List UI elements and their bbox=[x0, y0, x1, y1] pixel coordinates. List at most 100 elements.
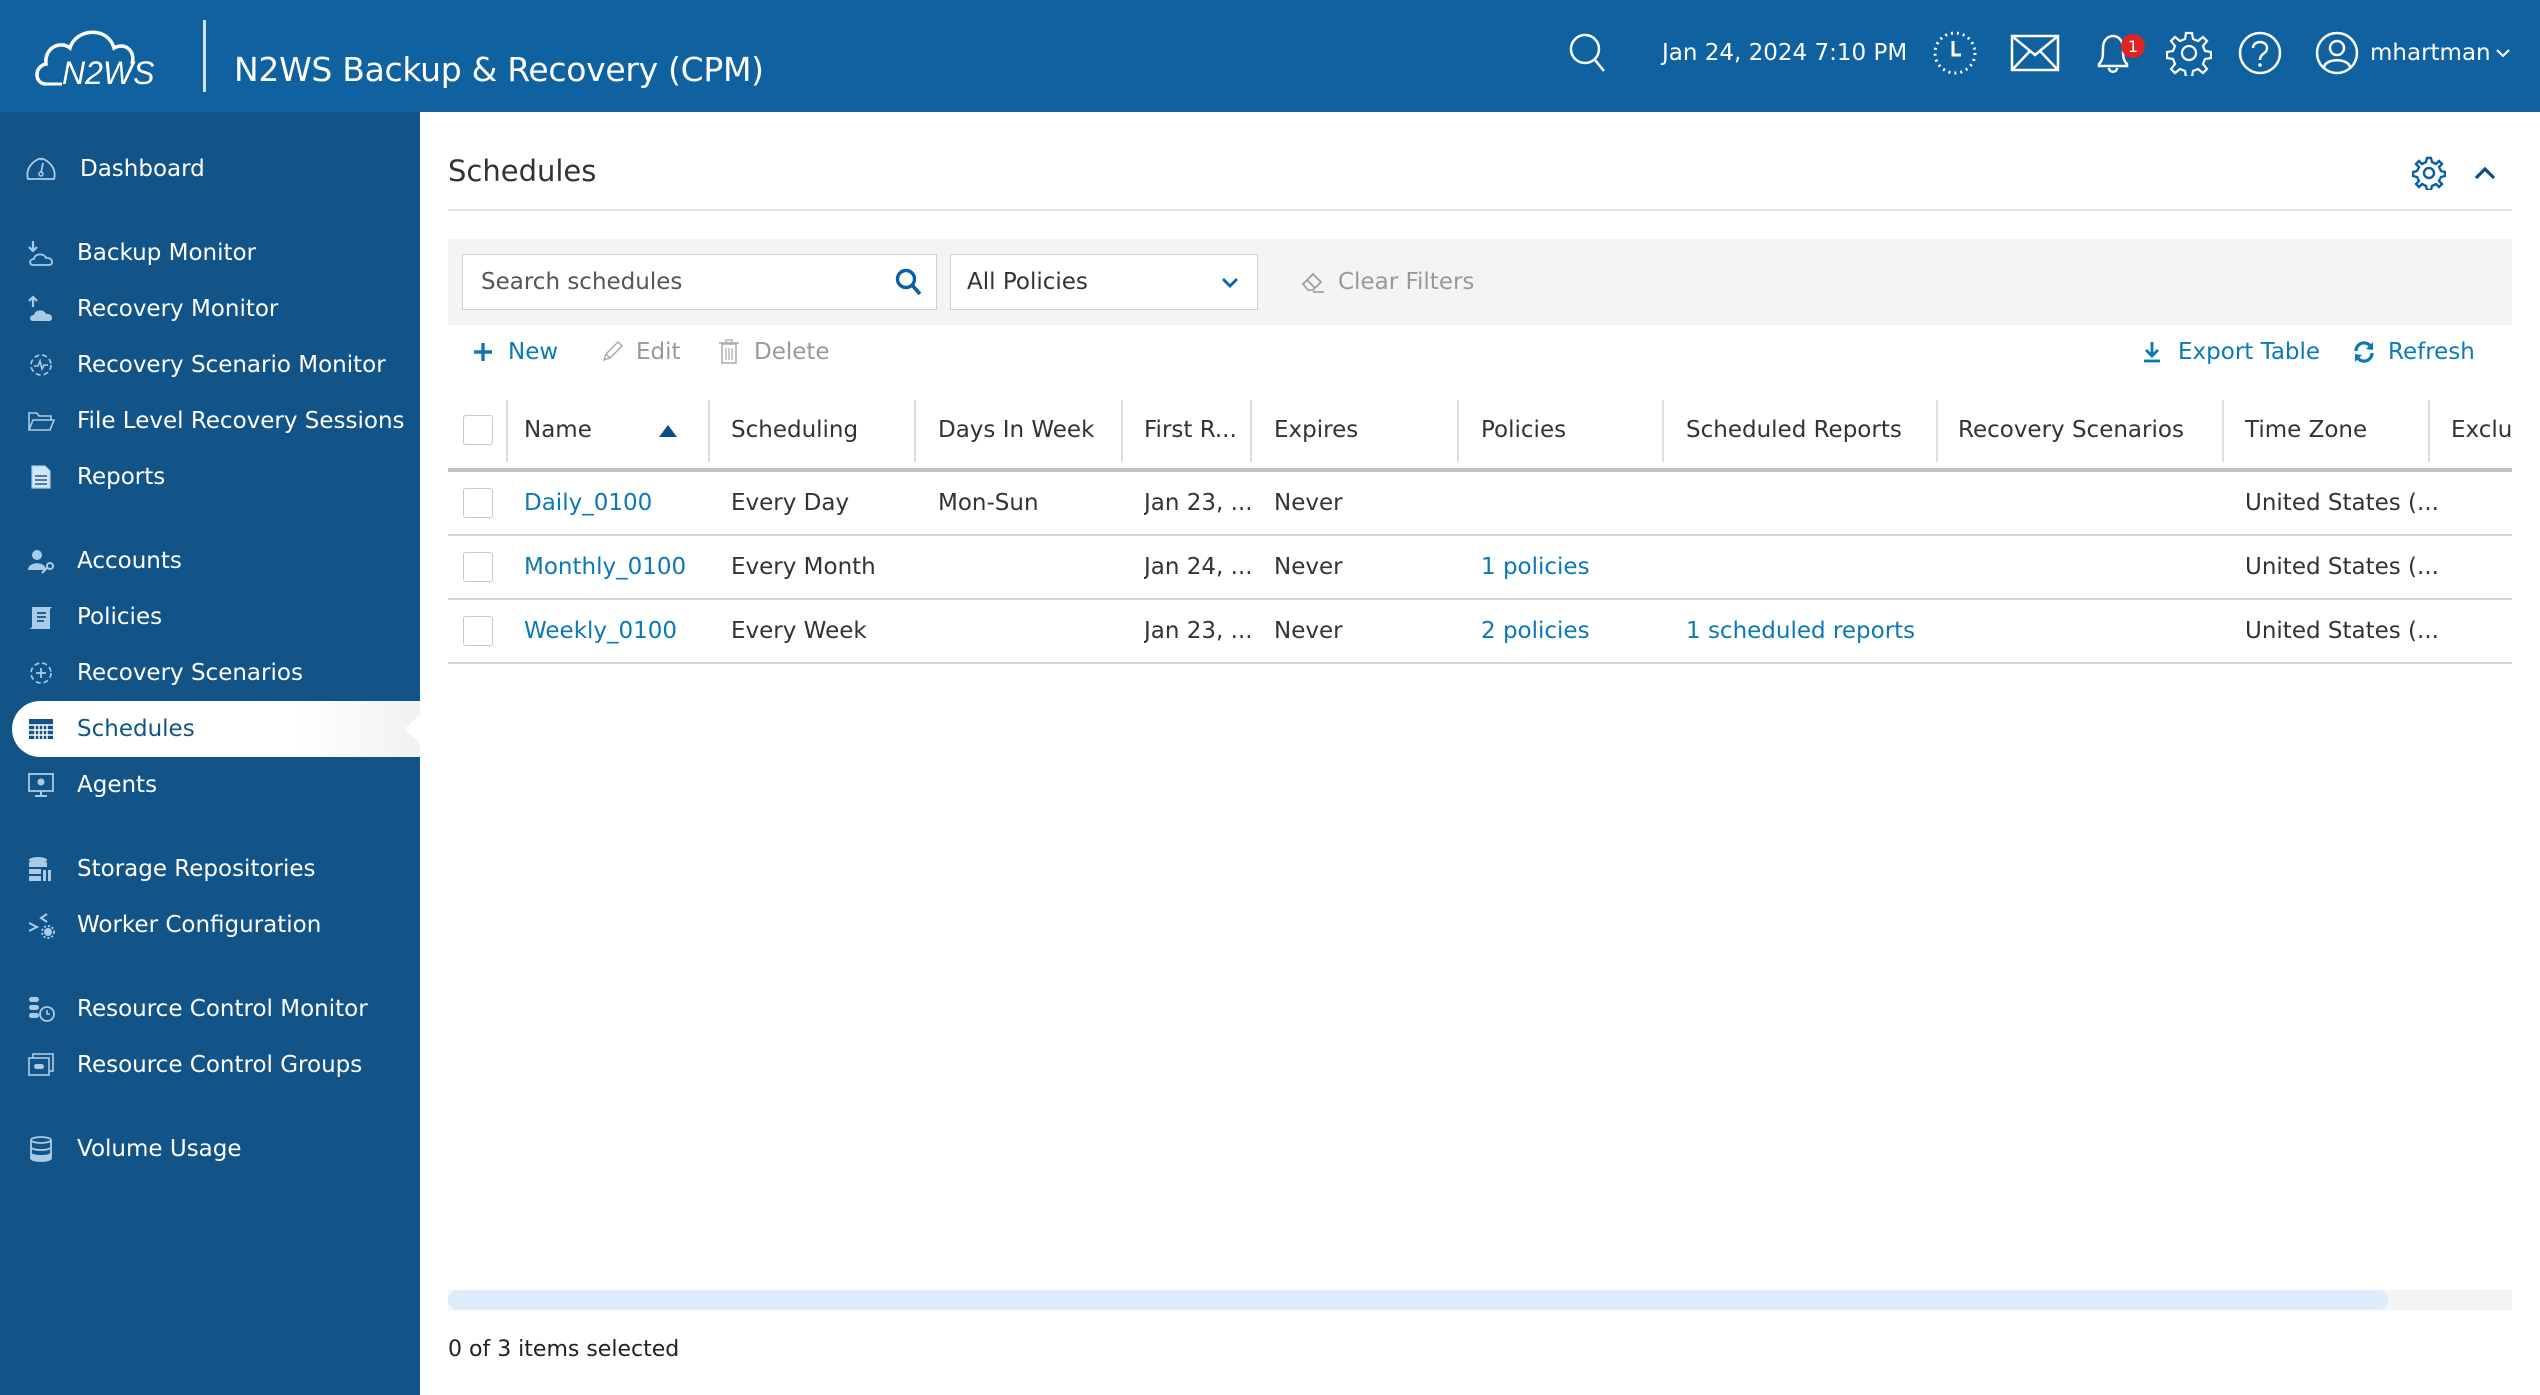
column-header-scheduling[interactable]: Scheduling bbox=[731, 392, 911, 468]
column-header-exclusions[interactable]: Exclu bbox=[2451, 392, 2512, 468]
trash-icon bbox=[718, 339, 742, 364]
column-header-name[interactable]: Name bbox=[524, 392, 714, 468]
sidebar-item-accounts[interactable]: Accounts bbox=[12, 533, 420, 589]
edit-button[interactable]: Edit bbox=[600, 334, 681, 370]
n2ws-logo[interactable]: N2WS bbox=[32, 18, 182, 94]
row-checkbox[interactable] bbox=[463, 616, 493, 646]
sort-ascending-icon[interactable] bbox=[658, 424, 678, 438]
cell-time-zone: United States (... bbox=[2245, 554, 2439, 580]
clear-filters-label: Clear Filters bbox=[1338, 269, 1475, 295]
column-divider bbox=[1662, 400, 1664, 462]
sidebar-item-recovery-monitor[interactable]: Recovery Monitor bbox=[12, 281, 420, 337]
refresh-button[interactable]: Refresh bbox=[2352, 334, 2475, 370]
column-divider bbox=[1121, 400, 1123, 462]
clear-filters-button[interactable]: Clear Filters bbox=[1300, 266, 1474, 298]
messages-button[interactable] bbox=[2010, 28, 2060, 78]
recent-activity-button[interactable] bbox=[1930, 28, 1980, 78]
column-header-first-run[interactable]: First R... bbox=[1144, 392, 1254, 468]
sidebar-item-schedules[interactable]: Schedules bbox=[12, 701, 420, 757]
schedules-table: Name Scheduling Days In Week First R... … bbox=[448, 392, 2512, 664]
user-menu-button[interactable] bbox=[2312, 28, 2362, 78]
table-row[interactable]: Weekly_0100 Every Week Jan 23, ... Never… bbox=[448, 600, 2512, 664]
delete-button[interactable]: Delete bbox=[718, 334, 830, 370]
cell-scheduled-reports-link[interactable]: 1 scheduled reports bbox=[1686, 600, 1915, 662]
export-table-button[interactable]: Export Table bbox=[2142, 334, 2320, 370]
search-input[interactable] bbox=[463, 255, 883, 308]
search-icon[interactable] bbox=[894, 267, 924, 297]
backup-monitor-icon bbox=[26, 238, 56, 268]
row-checkbox[interactable] bbox=[463, 488, 493, 518]
sidebar-item-resource-control-monitor[interactable]: Resource Control Monitor bbox=[12, 981, 420, 1037]
sidebar-item-recovery-scenario-monitor[interactable]: Recovery Scenario Monitor bbox=[12, 337, 420, 393]
sidebar-item-resource-control-groups[interactable]: Resource Control Groups bbox=[12, 1037, 420, 1093]
chevron-down-icon[interactable] bbox=[2494, 44, 2512, 62]
app-title: N2WS Backup & Recovery (CPM) bbox=[234, 50, 764, 89]
policy-filter-select[interactable]: All Policies bbox=[950, 254, 1258, 310]
sidebar-item-label: Recovery Scenario Monitor bbox=[77, 352, 386, 378]
eraser-icon bbox=[1301, 272, 1324, 293]
column-divider bbox=[2428, 400, 2430, 462]
global-search-button[interactable] bbox=[1563, 28, 1613, 78]
column-header-days-in-week[interactable]: Days In Week bbox=[938, 392, 1133, 468]
help-button[interactable] bbox=[2235, 28, 2285, 78]
user-icon bbox=[2315, 31, 2359, 75]
sidebar-item-worker-configuration[interactable]: Worker Configuration bbox=[12, 897, 420, 953]
edit-label: Edit bbox=[636, 339, 681, 365]
storage-icon bbox=[26, 854, 56, 884]
cell-scheduling: Every Week bbox=[731, 618, 867, 644]
sidebar-item-label: Reports bbox=[77, 464, 166, 490]
table-row[interactable]: Monthly_0100 Every Month Jan 24, ... Nev… bbox=[448, 536, 2512, 600]
username[interactable]: mhartman bbox=[2370, 40, 2491, 66]
sidebar-item-label: Volume Usage bbox=[77, 1136, 242, 1162]
column-header-expires[interactable]: Expires bbox=[1274, 392, 1464, 468]
recovery-monitor-icon bbox=[26, 294, 56, 324]
settings-button[interactable] bbox=[2164, 28, 2214, 78]
current-datetime: Jan 24, 2024 7:10 PM bbox=[1662, 40, 1908, 66]
page-title: Schedules bbox=[448, 154, 597, 188]
recovery-scenario-monitor-icon bbox=[26, 350, 56, 380]
cell-scheduling: Every Month bbox=[731, 554, 876, 580]
help-icon bbox=[2238, 31, 2282, 75]
schedule-name-link[interactable]: Weekly_0100 bbox=[524, 600, 677, 662]
chevron-up-icon[interactable] bbox=[2470, 158, 2500, 188]
table-settings-icon[interactable] bbox=[2412, 156, 2446, 190]
filter-bar: All Policies Clear Filters bbox=[448, 239, 2512, 325]
cell-first-run: Jan 23, ... bbox=[1144, 490, 1253, 516]
sidebar-item-file-level-recovery-sessions[interactable]: File Level Recovery Sessions bbox=[12, 393, 420, 449]
mail-icon bbox=[2010, 34, 2060, 72]
column-header-scheduled-reports[interactable]: Scheduled Reports bbox=[1686, 392, 1946, 468]
column-header-time-zone[interactable]: Time Zone bbox=[2245, 392, 2435, 468]
sidebar-item-reports[interactable]: Reports bbox=[12, 449, 420, 505]
row-checkbox[interactable] bbox=[463, 552, 493, 582]
select-all-checkbox[interactable] bbox=[463, 415, 493, 445]
resource-monitor-icon bbox=[26, 994, 56, 1024]
column-header-policies[interactable]: Policies bbox=[1481, 392, 1671, 468]
column-divider bbox=[914, 400, 916, 462]
schedule-name-link[interactable]: Monthly_0100 bbox=[524, 536, 686, 598]
sidebar-item-policies[interactable]: Policies bbox=[12, 589, 420, 645]
dashboard-icon bbox=[26, 154, 56, 184]
schedule-name-link[interactable]: Daily_0100 bbox=[524, 472, 652, 534]
sidebar-item-label: Resource Control Monitor bbox=[77, 996, 368, 1022]
sidebar-item-backup-monitor[interactable]: Backup Monitor bbox=[12, 225, 420, 281]
horizontal-scrollbar[interactable] bbox=[448, 1290, 2512, 1310]
sidebar-item-dashboard[interactable]: Dashboard bbox=[12, 141, 420, 197]
column-header-recovery-scenarios[interactable]: Recovery Scenarios bbox=[1958, 392, 2228, 468]
cell-expires: Never bbox=[1274, 618, 1343, 644]
table-row[interactable]: Daily_0100 Every Day Mon-Sun Jan 23, ...… bbox=[448, 472, 2512, 536]
sidebar-item-label: File Level Recovery Sessions bbox=[77, 408, 405, 434]
refresh-label: Refresh bbox=[2388, 339, 2475, 365]
cell-policies-link[interactable]: 2 policies bbox=[1481, 600, 1590, 662]
new-button[interactable]: New bbox=[472, 334, 558, 370]
sidebar-item-storage-repositories[interactable]: Storage Repositories bbox=[12, 841, 420, 897]
download-icon bbox=[2142, 340, 2166, 364]
sidebar-item-label: Recovery Monitor bbox=[77, 296, 279, 322]
cell-policies-link[interactable]: 1 policies bbox=[1481, 536, 1590, 598]
scrollbar-thumb[interactable] bbox=[448, 1290, 2389, 1310]
sidebar-item-agents[interactable]: Agents bbox=[12, 757, 420, 813]
sidebar-item-label: Accounts bbox=[77, 548, 182, 574]
sidebar-item-label: Resource Control Groups bbox=[77, 1052, 363, 1078]
sidebar-item-recovery-scenarios[interactable]: Recovery Scenarios bbox=[12, 645, 420, 701]
sidebar-item-label: Worker Configuration bbox=[77, 912, 322, 938]
sidebar-item-volume-usage[interactable]: Volume Usage bbox=[12, 1121, 420, 1177]
